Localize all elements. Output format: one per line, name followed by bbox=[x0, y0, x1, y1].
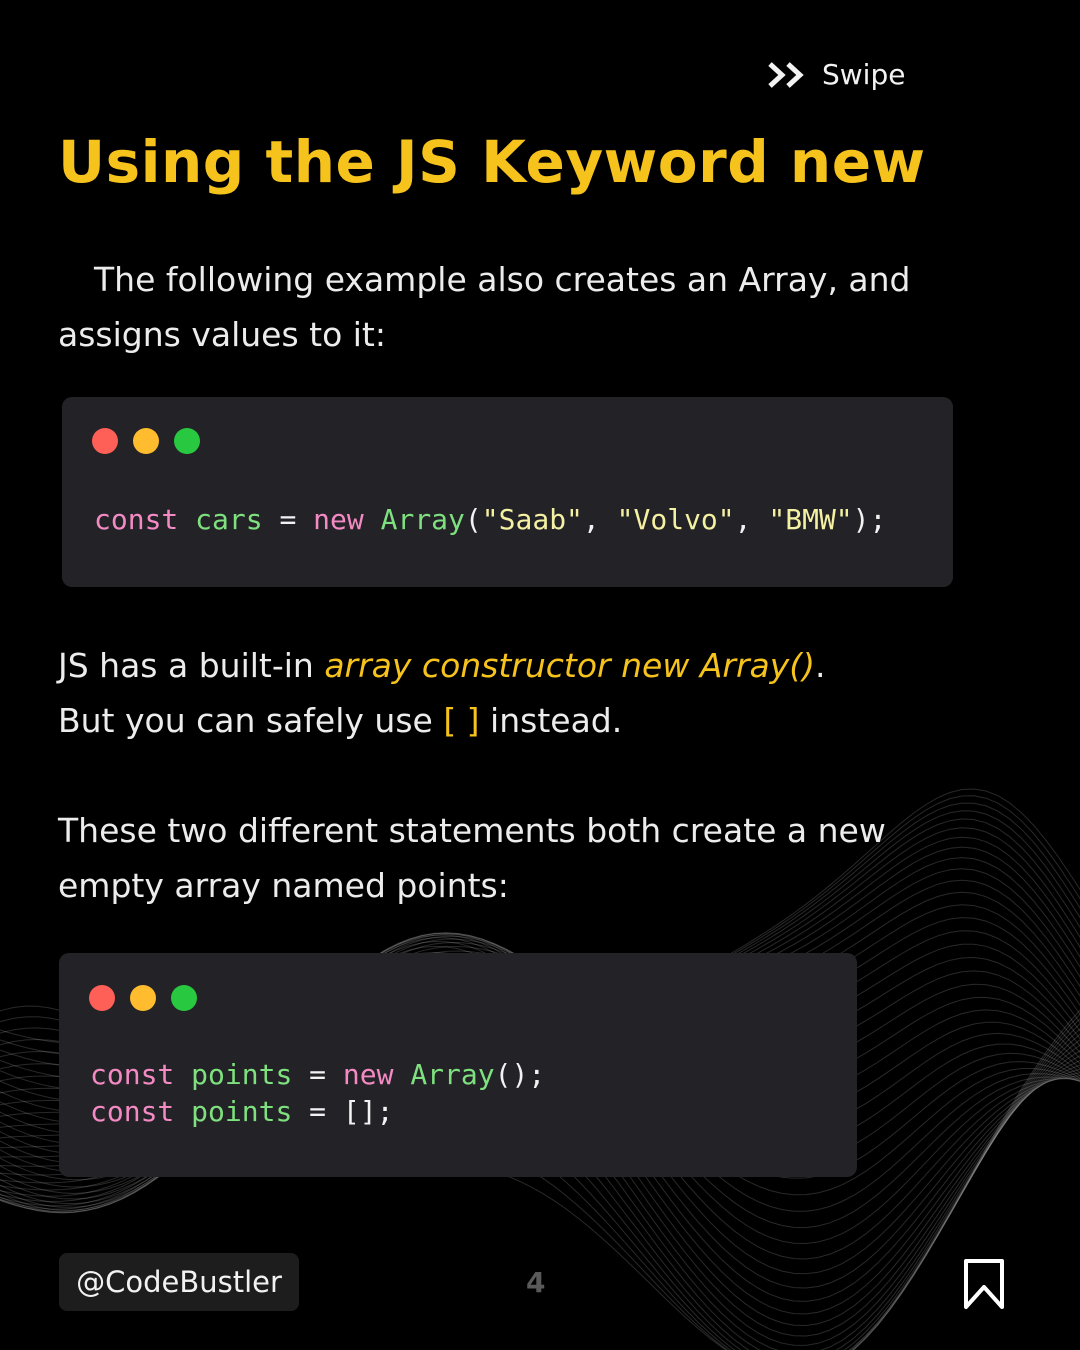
maximize-dot-icon bbox=[174, 428, 200, 454]
maximize-dot-icon bbox=[171, 985, 197, 1011]
code-block-points: const points = new Array(); const points… bbox=[59, 953, 857, 1177]
code-line: const points = new Array(); bbox=[90, 1058, 545, 1091]
minimize-dot-icon bbox=[133, 428, 159, 454]
code-token: new bbox=[313, 503, 364, 536]
code-token: Array bbox=[410, 1058, 495, 1091]
code-token: = bbox=[262, 503, 314, 536]
author-handle-text: @CodeBustler bbox=[76, 1265, 282, 1299]
intro-text: The following example also creates an Ar… bbox=[58, 260, 911, 354]
bookmark-icon[interactable] bbox=[962, 1257, 1006, 1311]
code-token: const bbox=[94, 503, 179, 536]
constructor-note: JS has a built-in array constructor new … bbox=[58, 638, 978, 748]
minimize-dot-icon bbox=[130, 985, 156, 1011]
code-token: , bbox=[734, 503, 769, 536]
code-token: const bbox=[90, 1058, 175, 1091]
code-token: const bbox=[90, 1095, 175, 1128]
code-token: (); bbox=[494, 1058, 546, 1091]
code-token: "Saab" bbox=[481, 503, 583, 536]
swipe-label: Swipe bbox=[822, 58, 906, 91]
swipe-indicator[interactable]: Swipe bbox=[768, 58, 905, 91]
close-dot-icon bbox=[92, 428, 118, 454]
alt-note-prefix: But you can safely use bbox=[58, 701, 444, 740]
code-token: points bbox=[191, 1095, 293, 1128]
code-line: const cars = new Array("Saab", "Volvo", … bbox=[94, 503, 886, 536]
code-token: cars bbox=[195, 503, 263, 536]
constructor-note-suffix: . bbox=[815, 646, 826, 685]
code-token: = bbox=[292, 1095, 343, 1128]
code-line: const points = []; bbox=[90, 1095, 393, 1128]
code-token: Array bbox=[380, 503, 465, 536]
code-token: ); bbox=[852, 503, 887, 536]
code-token: = bbox=[292, 1058, 343, 1091]
author-handle[interactable]: @CodeBustler bbox=[59, 1253, 299, 1311]
page-title: Using the JS Keyword new bbox=[58, 128, 926, 196]
double-chevron-right-icon bbox=[768, 61, 804, 88]
code-block-array-constructor: const cars = new Array("Saab", "Volvo", … bbox=[62, 397, 953, 587]
alt-note-suffix: instead. bbox=[479, 701, 623, 740]
code-token: ( bbox=[464, 503, 482, 536]
code-token: new bbox=[342, 1058, 394, 1091]
page-number: 4 bbox=[526, 1266, 546, 1299]
intro-paragraph: The following example also creates an Ar… bbox=[58, 252, 978, 362]
points-paragraph: These two different statements both crea… bbox=[58, 811, 886, 905]
code-token: points bbox=[191, 1058, 293, 1091]
code-token: "BMW" bbox=[768, 503, 853, 536]
brackets-highlight: [ ] bbox=[443, 701, 480, 740]
constructor-highlight: array constructor new Array() bbox=[324, 646, 816, 685]
code-token: []; bbox=[342, 1095, 394, 1128]
window-controls bbox=[92, 428, 200, 454]
code-token: , bbox=[582, 503, 617, 536]
constructor-note-prefix: JS has a built-in bbox=[58, 646, 325, 685]
close-dot-icon bbox=[89, 985, 115, 1011]
code-token: "Volvo" bbox=[616, 503, 735, 536]
window-controls bbox=[89, 985, 197, 1011]
